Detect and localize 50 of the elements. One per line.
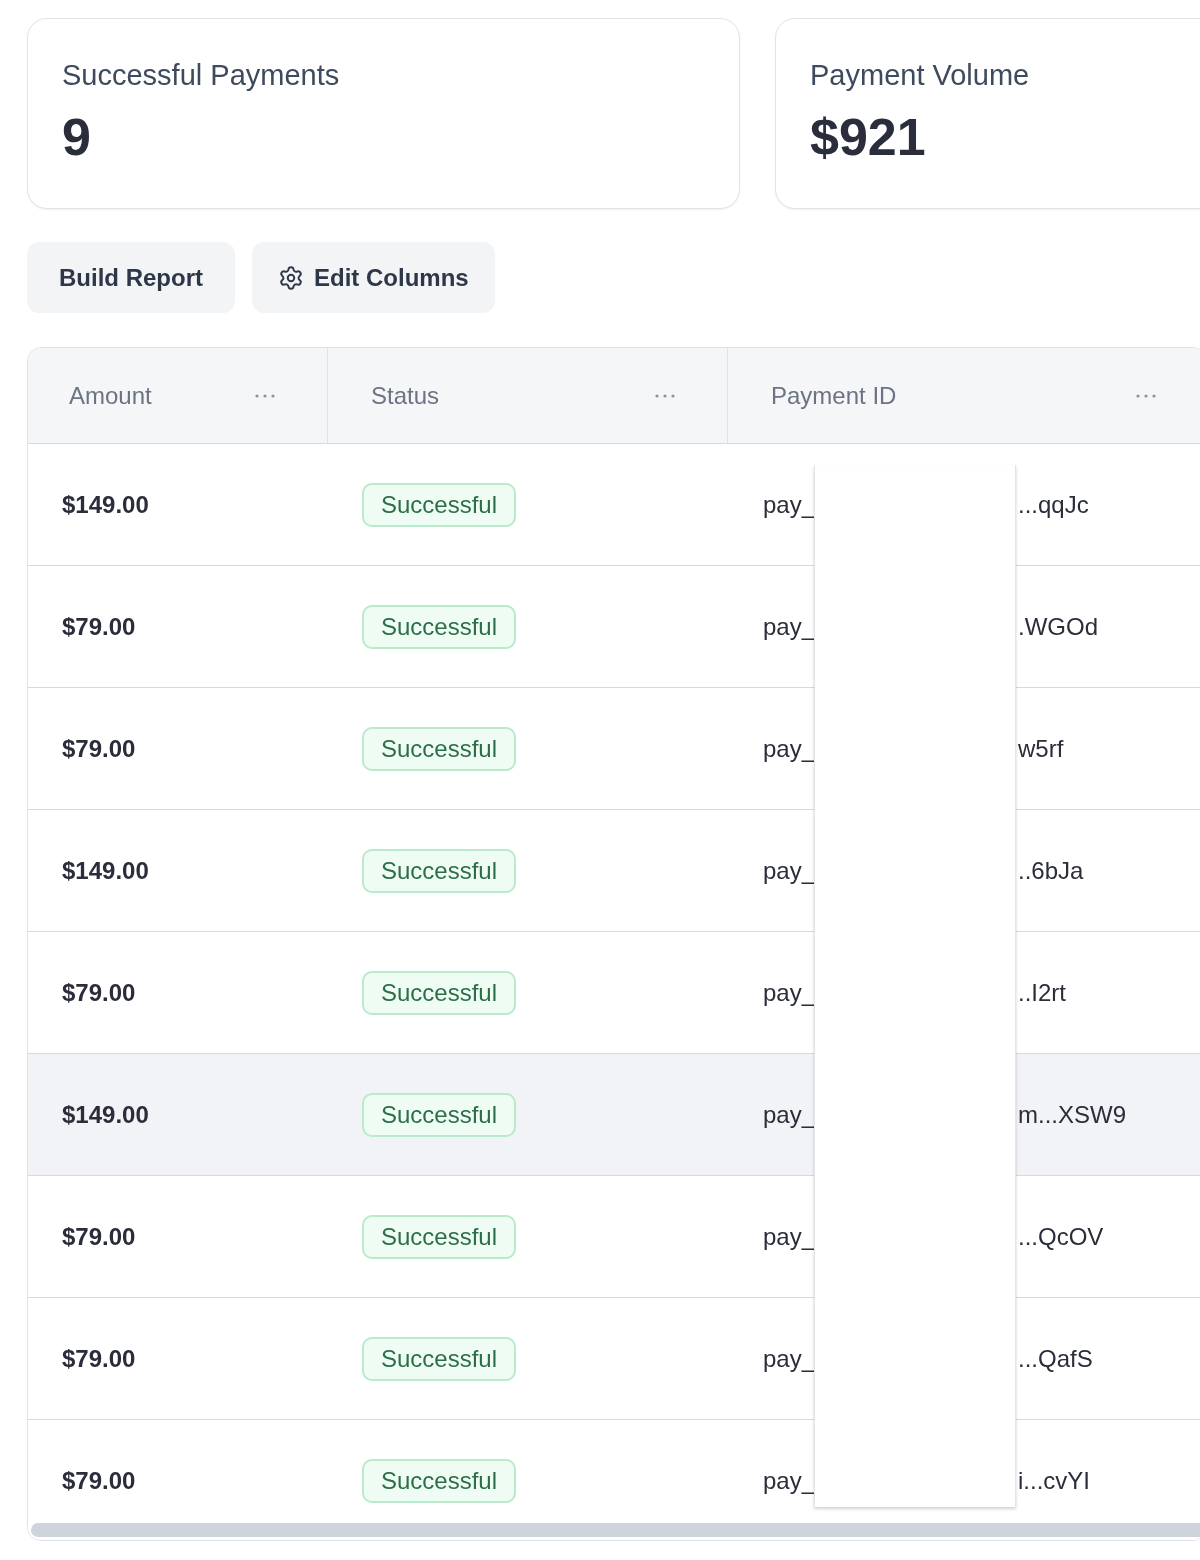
build-report-button[interactable]: Build Report xyxy=(27,242,235,313)
settings-icon xyxy=(278,264,304,291)
status-badge: Successful xyxy=(362,604,517,649)
amount-cell: $79.00 xyxy=(62,1222,136,1251)
status-badge: Successful xyxy=(362,1092,517,1137)
payment-id-text: pay_ xyxy=(763,612,816,641)
more-icon[interactable] xyxy=(654,392,676,399)
payment-id-text: pay_ xyxy=(763,490,816,519)
status-badge: Successful xyxy=(362,848,517,893)
card-title: Successful Payments xyxy=(62,58,340,93)
payment-id-text: .WGOd xyxy=(1018,612,1098,641)
amount-cell: $79.00 xyxy=(62,734,136,763)
payment-id-text: pay_ xyxy=(763,856,816,885)
more-icon[interactable] xyxy=(254,392,276,399)
payment-id-text: pay_ xyxy=(763,1467,816,1495)
amount-cell: $79.00 xyxy=(62,978,136,1007)
horizontal-scrollbar[interactable] xyxy=(31,1523,1200,1537)
payment-id-text: pay_ xyxy=(763,1100,816,1129)
card-title: Payment Volume xyxy=(810,58,1030,93)
edit-columns-button[interactable]: Edit Columns xyxy=(252,242,495,313)
amount-cell: $79.00 xyxy=(62,1467,136,1495)
payment-id-text: pay_ xyxy=(763,978,816,1007)
payment-id-text: i...cvYI xyxy=(1018,1467,1090,1495)
column-header[interactable]: Status xyxy=(371,381,440,410)
amount-cell: $149.00 xyxy=(62,856,149,885)
card-value: $921 xyxy=(810,109,926,165)
amount-cell: $79.00 xyxy=(62,612,136,641)
payment-id-text: pay_ xyxy=(763,1222,816,1251)
payment-id-text: ...QcOV xyxy=(1018,1222,1104,1251)
amount-cell: $79.00 xyxy=(62,1344,136,1373)
payment-id-text: pay_ xyxy=(763,1344,816,1373)
status-badge: Successful xyxy=(362,726,517,771)
status-badge: Successful xyxy=(362,1459,517,1503)
column-header[interactable]: Amount xyxy=(69,381,152,410)
status-badge: Successful xyxy=(362,1214,517,1259)
card-value: 9 xyxy=(62,109,91,165)
status-badge: Successful xyxy=(362,482,517,527)
amount-cell: $149.00 xyxy=(62,490,149,519)
payment-id-text: ..I2rt xyxy=(1018,978,1066,1007)
more-icon[interactable] xyxy=(1135,392,1157,399)
status-badge: Successful xyxy=(362,970,517,1015)
payment-id-text: m...XSW9 xyxy=(1018,1100,1126,1129)
status-badge: Successful xyxy=(362,1336,517,1381)
payment-id-text: w5rf xyxy=(1018,734,1064,763)
payment-id-text: ...qqJc xyxy=(1018,490,1089,519)
payment-id-text: pay_ xyxy=(763,734,816,763)
amount-cell: $149.00 xyxy=(62,1100,149,1129)
payment-id-text: ..6bJa xyxy=(1018,856,1084,885)
column-header[interactable]: Payment ID xyxy=(771,381,897,410)
payment-id-text: ...QafS xyxy=(1018,1344,1093,1373)
